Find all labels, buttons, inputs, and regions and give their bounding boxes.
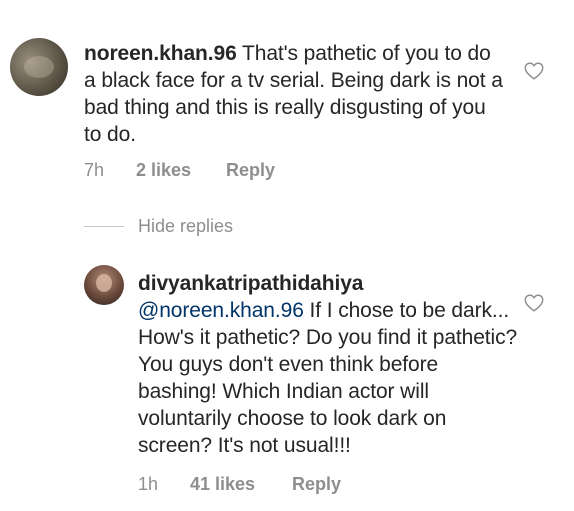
comment-meta: 7h 2 likes Reply — [84, 160, 275, 181]
divider-line — [84, 226, 124, 227]
comment-likes-count[interactable]: 2 likes — [136, 160, 226, 181]
hide-replies-toggle[interactable]: Hide replies — [84, 216, 233, 237]
comment-username[interactable]: noreen.khan.96 — [84, 42, 237, 65]
reply-text: If I chose to be dark... How's it pathet… — [138, 299, 518, 457]
comment-body: noreen.khan.96 That's pathetic of you to… — [84, 40, 504, 148]
hide-replies-label: Hide replies — [138, 216, 234, 236]
reply-username[interactable]: divyankatripathidahiya — [138, 272, 363, 295]
reply-meta: 1h 41 likes Reply — [138, 474, 341, 495]
reply-button[interactable]: Reply — [226, 160, 275, 181]
reply-timestamp: 1h — [138, 474, 159, 494]
avatar[interactable] — [84, 265, 124, 305]
heart-outline-icon[interactable] — [523, 292, 545, 314]
reply-likes-count[interactable]: 41 likes — [190, 474, 292, 495]
reply-mention[interactable]: @noreen.khan.96 — [138, 299, 304, 322]
reply-body: divyankatripathidahiya @noreen.khan.96 I… — [138, 270, 518, 459]
reply-button[interactable]: Reply — [292, 474, 341, 495]
heart-outline-icon[interactable] — [523, 60, 545, 82]
comment-timestamp: 7h — [84, 160, 105, 180]
avatar[interactable] — [10, 38, 68, 96]
